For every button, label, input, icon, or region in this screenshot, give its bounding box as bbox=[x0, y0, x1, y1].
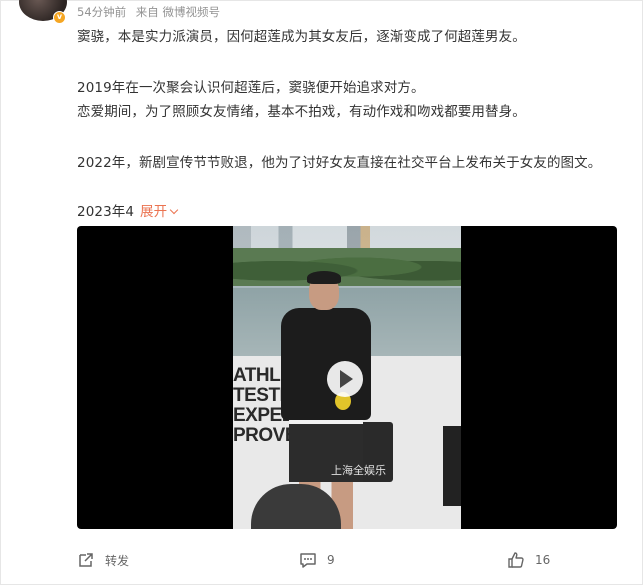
post-text-line-4: 2022年，新剧宣传节节败退，他为了讨好女友直接在社交平台上发布关于女友的图文。 bbox=[77, 155, 602, 171]
thumbs-up-icon bbox=[508, 552, 524, 568]
like-button[interactable]: 16 bbox=[507, 549, 550, 571]
chevron-down-icon bbox=[170, 205, 179, 215]
comment-icon bbox=[300, 553, 316, 568]
share-icon bbox=[79, 553, 93, 567]
post-text-line-5: 2023年4 展开 bbox=[77, 200, 179, 220]
post-text-line-3: 恋爱期间，为了照顾女友情绪，基本不拍戏，有动作戏和吻戏都要用替身。 bbox=[77, 104, 526, 120]
comment-button[interactable]: 9 bbox=[299, 549, 335, 571]
post-time[interactable]: 54分钟前 bbox=[77, 5, 126, 19]
post-text-line-1: 窦骁，本是实力派演员，因何超莲成为其女友后，逐渐变成了何超莲男友。 bbox=[77, 29, 526, 45]
expand-link[interactable]: 展开 bbox=[140, 204, 179, 220]
video-player[interactable]: ATHLE TESTE EXPED PROVE 上海全娱乐 bbox=[77, 226, 617, 529]
repost-label: 转发 bbox=[105, 553, 130, 568]
comment-count: 9 bbox=[327, 553, 335, 567]
play-icon[interactable] bbox=[327, 361, 363, 397]
post-meta: 54分钟前 来自 微博视频号 bbox=[77, 4, 226, 20]
stage-chair bbox=[443, 426, 461, 506]
hoodie bbox=[281, 308, 371, 420]
expand-label: 展开 bbox=[140, 204, 168, 220]
post-actions: 转发 9 16 bbox=[77, 549, 617, 571]
hair bbox=[307, 271, 341, 284]
post-source: 来自 微博视频号 bbox=[135, 5, 220, 19]
post-text-tail: 2023年4 bbox=[77, 204, 135, 220]
repost-button[interactable]: 转发 bbox=[77, 549, 129, 571]
verified-badge-icon: v bbox=[53, 11, 66, 24]
like-count: 16 bbox=[535, 553, 551, 567]
weibo-post-card: v 54分钟前 来自 微博视频号 窦骁，本是实力派演员，因何超莲成为其女友后，逐… bbox=[0, 0, 643, 585]
post-text-line-2: 2019年在一次聚会认识何超莲后，窦骁便开始追求对方。 bbox=[77, 80, 425, 96]
video-watermark: 上海全娱乐 bbox=[331, 464, 386, 477]
